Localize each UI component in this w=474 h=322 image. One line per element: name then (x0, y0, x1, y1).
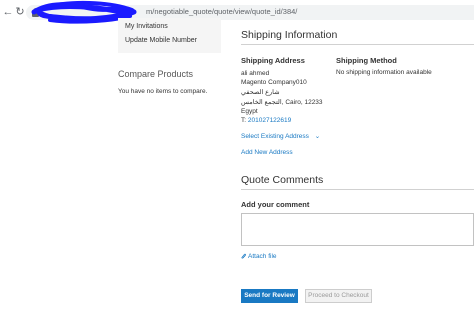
section-divider (241, 189, 474, 190)
paperclip-icon (241, 253, 246, 259)
add-comment-label: Add your comment (241, 200, 310, 209)
quote-comments-title: Quote Comments (241, 174, 324, 186)
account-nav: My Invitations Update Mobile Number (118, 18, 221, 53)
address-city-line: التجمع الخامس, Cairo, 12233 (241, 99, 323, 106)
chevron-down-icon: ⌄ (314, 133, 321, 140)
add-new-address-link[interactable]: Add New Address (241, 149, 293, 156)
section-divider (241, 44, 474, 45)
send-for-review-button[interactable]: Send for Review (241, 289, 298, 303)
proceed-to-checkout-button[interactable]: Proceed to Checkout (305, 289, 372, 303)
address-street: شارع الصحفي (241, 89, 280, 96)
shipping-information-title: Shipping Information (241, 29, 338, 41)
compare-empty-text: You have no items to compare. (118, 88, 208, 95)
address-company: Magento Company010 (241, 79, 307, 86)
phone-link[interactable]: 201027122619 (248, 117, 291, 124)
browser-address-bar: ← ↻ m/negotiable_quote/quote/view/quote_… (0, 0, 474, 26)
attach-file-link[interactable]: Attach file (248, 253, 277, 260)
address-country: Egypt (241, 108, 258, 115)
back-arrow-icon[interactable]: ← (2, 6, 14, 18)
url-text: m/negotiable_quote/quote/view/quote_id/3… (146, 7, 298, 16)
comment-textarea[interactable] (241, 213, 474, 246)
sidebar-item-update-mobile-number[interactable]: Update Mobile Number (125, 37, 197, 44)
select-existing-address-link[interactable]: Select Existing Address ⌄ (241, 132, 320, 140)
shipping-address-heading: Shipping Address (241, 56, 305, 65)
shipping-method-text: No shipping information available (336, 69, 432, 76)
phone-prefix: T: (241, 117, 248, 124)
address-phone: T: 201027122619 (241, 117, 291, 124)
shipping-method-heading: Shipping Method (336, 56, 397, 65)
reload-icon[interactable]: ↻ (14, 6, 26, 18)
compare-products-title: Compare Products (118, 69, 194, 79)
sidebar-item-my-invitations[interactable]: My Invitations (125, 23, 168, 30)
select-existing-address-label: Select Existing Address (241, 133, 309, 140)
address-name: ali ahmed (241, 70, 270, 77)
